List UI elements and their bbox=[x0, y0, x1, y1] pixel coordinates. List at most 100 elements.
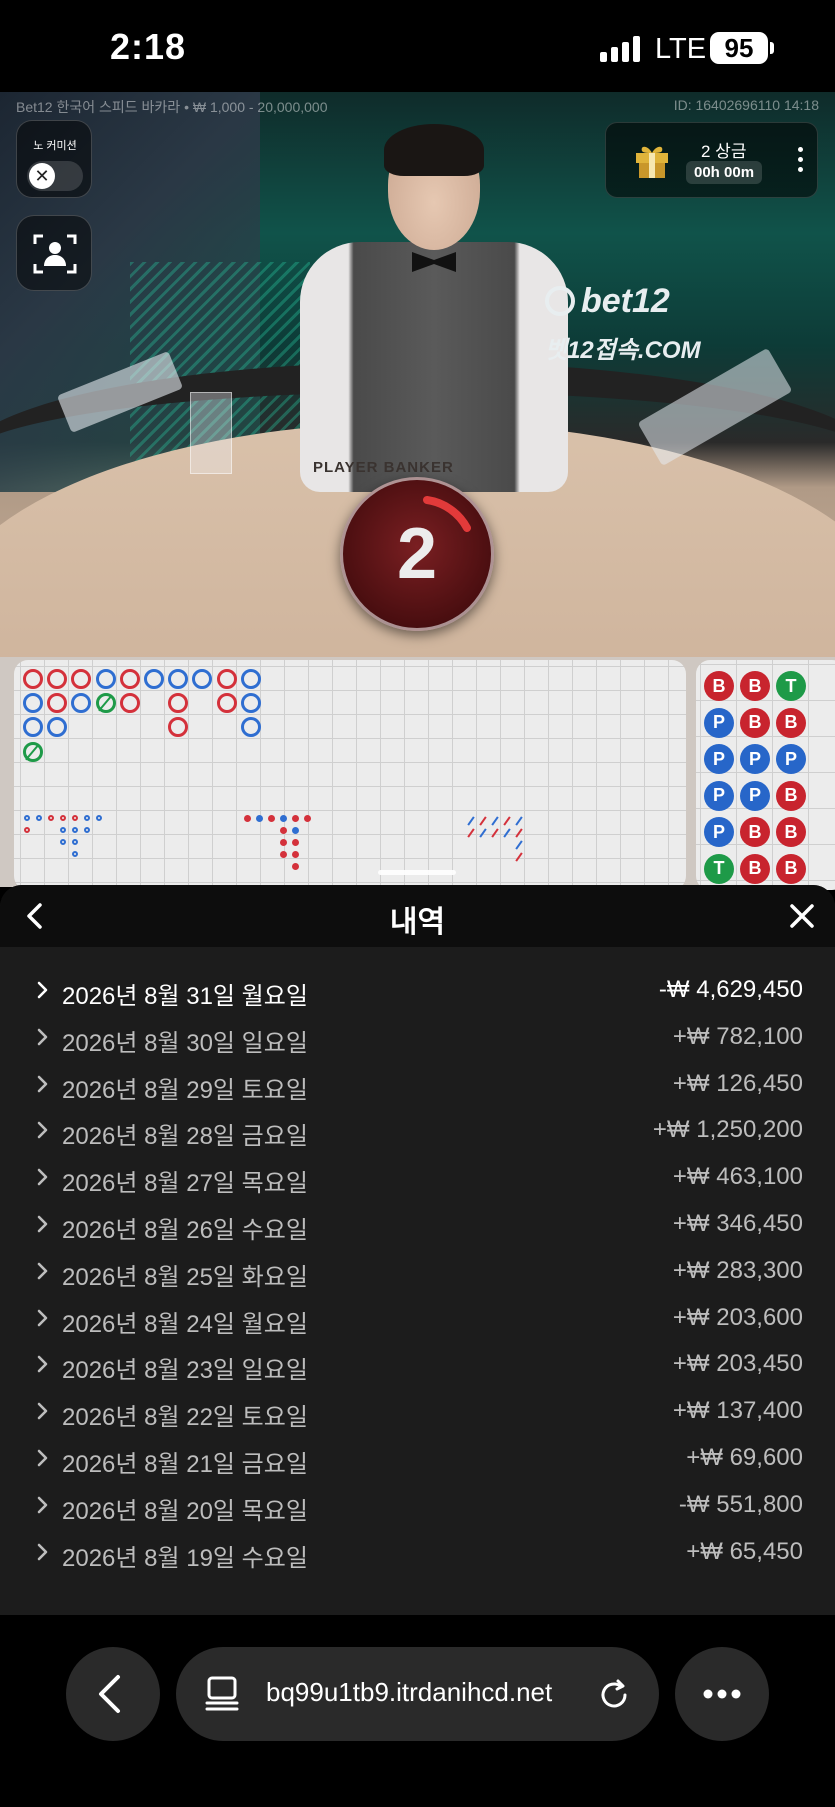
history-row[interactable]: 2026년 8월 21일 금요일 +₩ 69,600 bbox=[0, 1435, 835, 1482]
browser-more-button[interactable] bbox=[675, 1647, 769, 1741]
history-row[interactable]: 2026년 8월 26일 수요일 +₩ 346,450 bbox=[0, 1201, 835, 1248]
brand-logo: bet12 bbox=[545, 282, 670, 321]
battery-level: 95 bbox=[724, 32, 754, 63]
history-amount: +₩ 137,400 bbox=[672, 1397, 803, 1425]
road-dot bbox=[60, 839, 66, 845]
road-dot bbox=[72, 839, 78, 845]
road-slash bbox=[515, 828, 523, 838]
network-type: LTE bbox=[655, 33, 707, 65]
browser-back-button[interactable] bbox=[66, 1647, 160, 1741]
bead-ball: P bbox=[740, 744, 770, 774]
history-row[interactable]: 2026년 8월 30일 일요일 +₩ 782,100 bbox=[0, 1014, 835, 1061]
history-amount: -₩ 551,800 bbox=[678, 1490, 803, 1518]
chevron-right-icon bbox=[37, 1543, 48, 1560]
bead-ball: B bbox=[740, 707, 770, 738]
history-amount: +₩ 203,450 bbox=[672, 1350, 803, 1378]
tabs-icon bbox=[205, 1676, 239, 1711]
status-bar: 2:18 LTE 95 bbox=[0, 0, 835, 92]
road-mark bbox=[240, 693, 261, 714]
bead-ball: P bbox=[704, 780, 734, 811]
url-text: bq99u1tb9.itrdanihcd.net bbox=[266, 1677, 553, 1707]
reload-icon[interactable] bbox=[598, 1677, 632, 1711]
road-mark bbox=[240, 669, 261, 689]
road-mark bbox=[168, 717, 189, 738]
bead-ball: P bbox=[704, 707, 734, 738]
history-date: 2026년 8월 27일 목요일 bbox=[62, 1170, 308, 1198]
chevron-right-icon bbox=[37, 1075, 48, 1092]
battery-tip bbox=[770, 42, 774, 54]
dealer-body bbox=[300, 242, 568, 492]
history-row[interactable]: 2026년 8월 20일 목요일 -₩ 551,800 bbox=[0, 1482, 835, 1529]
prize-widget[interactable]: 2 상금 00h 00m bbox=[605, 122, 818, 198]
road-mark bbox=[95, 669, 116, 689]
person-frame-icon bbox=[33, 234, 77, 274]
bead-road[interactable]: BBTPBBPPPPPBPBBTBB bbox=[696, 660, 835, 890]
road-mark bbox=[95, 693, 116, 714]
history-row[interactable]: 2026년 8월 29일 토요일 +₩ 126,450 bbox=[0, 1061, 835, 1108]
road-dot bbox=[268, 815, 275, 822]
road-mark bbox=[119, 669, 140, 689]
road-dot bbox=[292, 863, 299, 870]
bead-ball: B bbox=[740, 671, 770, 701]
road-mark bbox=[47, 717, 68, 738]
address-bar[interactable]: bq99u1tb9.itrdanihcd.net bbox=[176, 1647, 659, 1741]
no-commission-label: 노 커미션 bbox=[33, 140, 77, 152]
road-dot bbox=[24, 815, 30, 821]
status-time: 2:18 bbox=[110, 26, 187, 67]
road-dot bbox=[84, 827, 90, 833]
history-row[interactable]: 2026년 8월 31일 월요일 -₩ 4,629,450 bbox=[0, 967, 835, 1014]
big-road[interactable] bbox=[14, 660, 686, 890]
road-mark bbox=[240, 717, 261, 738]
bead-ball: P bbox=[776, 744, 806, 774]
toggle-track[interactable]: ✕ bbox=[27, 161, 83, 191]
camera-view-button[interactable] bbox=[16, 215, 92, 291]
history-date: 2026년 8월 25일 화요일 bbox=[62, 1263, 308, 1291]
more-horizontal-icon bbox=[703, 1689, 741, 1699]
history-row[interactable]: 2026년 8월 25일 화요일 +₩ 283,300 bbox=[0, 1248, 835, 1295]
road-mark bbox=[23, 693, 43, 714]
history-amount: +₩ 1,250,200 bbox=[652, 1116, 803, 1144]
sheet-drag-handle[interactable] bbox=[378, 870, 456, 875]
history-date: 2026년 8월 22일 토요일 bbox=[62, 1404, 308, 1432]
chevron-right-icon bbox=[37, 1215, 48, 1233]
close-icon[interactable] bbox=[785, 899, 819, 933]
road-dot bbox=[60, 827, 66, 833]
history-row[interactable]: 2026년 8월 22일 토요일 +₩ 137,400 bbox=[0, 1388, 835, 1435]
more-vertical-icon[interactable] bbox=[798, 147, 803, 172]
history-list: 2026년 8월 31일 월요일 -₩ 4,629,450 2026년 8월 30일… bbox=[0, 967, 835, 1575]
road-dot bbox=[292, 815, 299, 822]
chevron-left-icon bbox=[99, 1675, 120, 1713]
road-dot bbox=[244, 815, 251, 822]
chevron-right-icon bbox=[37, 1356, 48, 1373]
sheet-header: 내역 bbox=[0, 885, 835, 947]
prize-count: 2 상금 bbox=[701, 142, 747, 161]
dealer-hair bbox=[384, 124, 484, 176]
road-dot bbox=[36, 815, 42, 821]
countdown-number: 2 bbox=[396, 514, 438, 594]
history-row[interactable]: 2026년 8월 27일 목요일 +₩ 463,100 bbox=[0, 1154, 835, 1201]
history-row[interactable]: 2026년 8월 19일 수요일 +₩ 65,450 bbox=[0, 1529, 835, 1576]
history-date: 2026년 8월 26일 수요일 bbox=[62, 1216, 308, 1244]
history-sheet: 내역 2026년 8월 31일 월요일 -₩ 4,629,450 2026년 8월 … bbox=[0, 885, 835, 1615]
history-date: 2026년 8월 29일 토요일 bbox=[62, 1076, 308, 1104]
history-row[interactable]: 2026년 8월 28일 금요일 +₩ 1,250,200 bbox=[0, 1107, 835, 1154]
chevron-right-icon bbox=[37, 1262, 48, 1280]
round-id: ID: 16402696110 14:18 bbox=[673, 97, 819, 113]
road-mark bbox=[168, 669, 189, 689]
chevron-right-icon bbox=[37, 1168, 48, 1186]
history-row[interactable]: 2026년 8월 23일 일요일 +₩ 203,450 bbox=[0, 1341, 835, 1388]
chevron-right-icon bbox=[37, 1122, 48, 1139]
no-commission-toggle[interactable]: 노 커미션 ✕ bbox=[16, 120, 92, 198]
road-dot bbox=[60, 815, 66, 821]
road-slash bbox=[491, 828, 499, 838]
road-slash bbox=[503, 828, 511, 838]
chevron-right-icon bbox=[37, 1496, 48, 1514]
history-row[interactable]: 2026년 8월 24일 월요일 +₩ 203,600 bbox=[0, 1295, 835, 1342]
road-dot bbox=[24, 827, 30, 833]
road-dot bbox=[96, 815, 102, 821]
road-dot bbox=[256, 815, 263, 822]
chevron-right-icon bbox=[37, 1028, 48, 1046]
bead-ball: T bbox=[776, 671, 806, 701]
chevron-right-icon bbox=[37, 1449, 48, 1467]
road-mark bbox=[23, 741, 43, 762]
